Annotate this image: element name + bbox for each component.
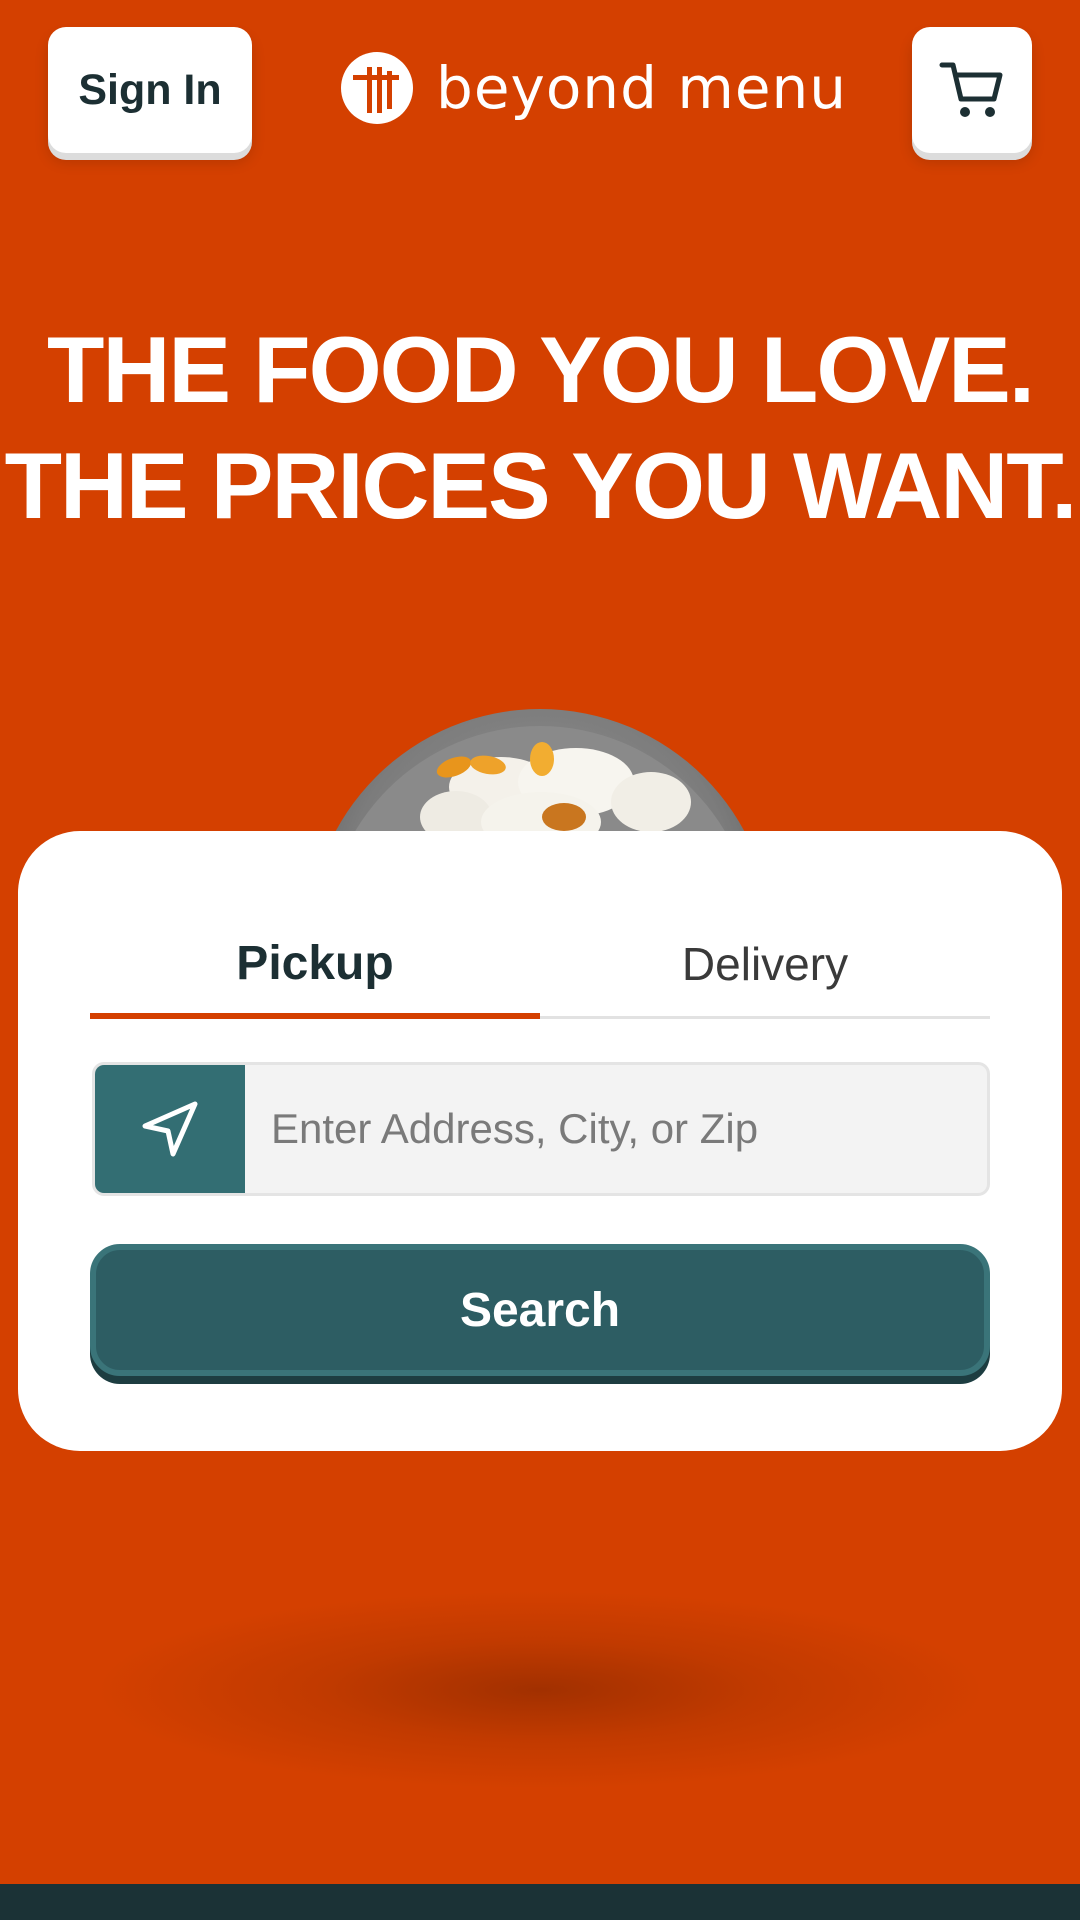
search-button[interactable]: Search	[90, 1244, 990, 1376]
sign-in-button[interactable]: Sign In	[48, 27, 252, 153]
search-card: Pickup Delivery Search	[18, 831, 1062, 1451]
order-type-tabs: Pickup Delivery	[90, 911, 990, 1019]
headline-line-2: THE PRICES YOU WANT.	[4, 433, 1078, 538]
cart-button[interactable]	[912, 27, 1032, 153]
cart-icon	[939, 62, 1003, 117]
use-location-button[interactable]	[95, 1065, 245, 1193]
tab-pickup[interactable]: Pickup	[90, 911, 540, 1019]
card-shadow	[90, 1590, 990, 1790]
brand-logo[interactable]: beyond menu	[340, 50, 847, 126]
brand-name: beyond menu	[436, 54, 848, 122]
location-arrow-icon	[142, 1101, 198, 1157]
top-bar: Sign In beyond menu	[0, 0, 1080, 170]
footer-strip	[0, 1884, 1080, 1920]
tab-delivery[interactable]: Delivery	[540, 911, 990, 1016]
address-input[interactable]	[245, 1065, 987, 1193]
address-field	[92, 1062, 990, 1196]
headline-line-1: THE FOOD YOU LOVE.	[47, 317, 1035, 422]
hero-headline: THE FOOD YOU LOVE. THE PRICES YOU WANT.	[0, 312, 1080, 544]
beyond-menu-logo-icon	[341, 52, 413, 124]
rice-bowl-image	[306, 707, 774, 837]
